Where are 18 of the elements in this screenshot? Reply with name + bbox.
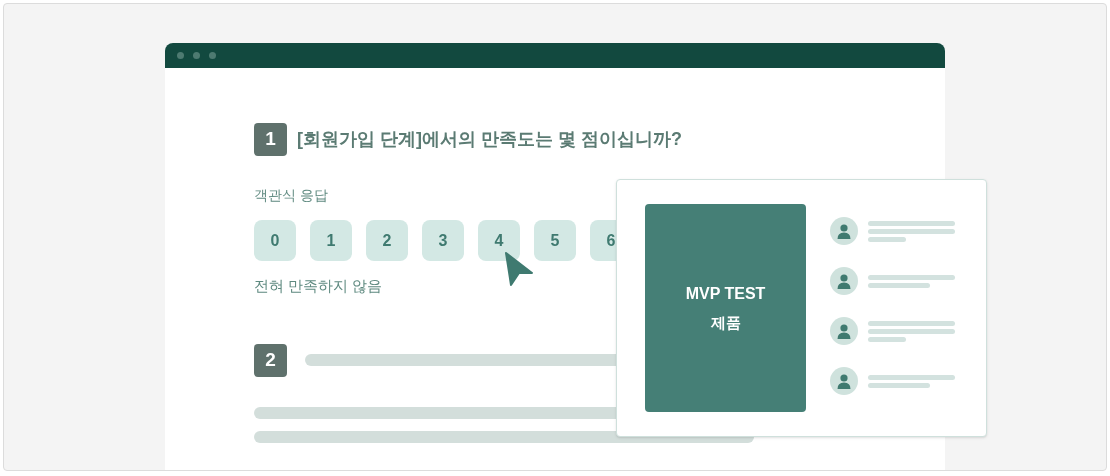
- product-subtitle: 제품: [710, 312, 741, 333]
- score-option[interactable]: 4: [478, 220, 520, 261]
- avatar-icon: [830, 217, 858, 245]
- score-option[interactable]: 3: [422, 220, 464, 261]
- score-option[interactable]: 5: [534, 220, 576, 261]
- question-number: 1: [254, 123, 287, 156]
- avatar-icon: [830, 317, 858, 345]
- cursor-icon: [504, 251, 534, 287]
- score-option[interactable]: 0: [254, 220, 296, 261]
- response-label: 객관식 응답: [254, 186, 328, 205]
- score-option[interactable]: 2: [366, 220, 408, 261]
- question-number: 2: [254, 343, 287, 377]
- product-title: MVP TEST: [685, 283, 766, 304]
- scale-label: 전혀 만족하지 않음: [254, 276, 383, 296]
- avatar-icon: [830, 367, 858, 395]
- score-option[interactable]: 1: [310, 220, 352, 261]
- avatar-icon: [830, 267, 858, 295]
- question-title: [회원가입 단계]에서의 만족도는 몇 점이십니까?: [297, 128, 682, 151]
